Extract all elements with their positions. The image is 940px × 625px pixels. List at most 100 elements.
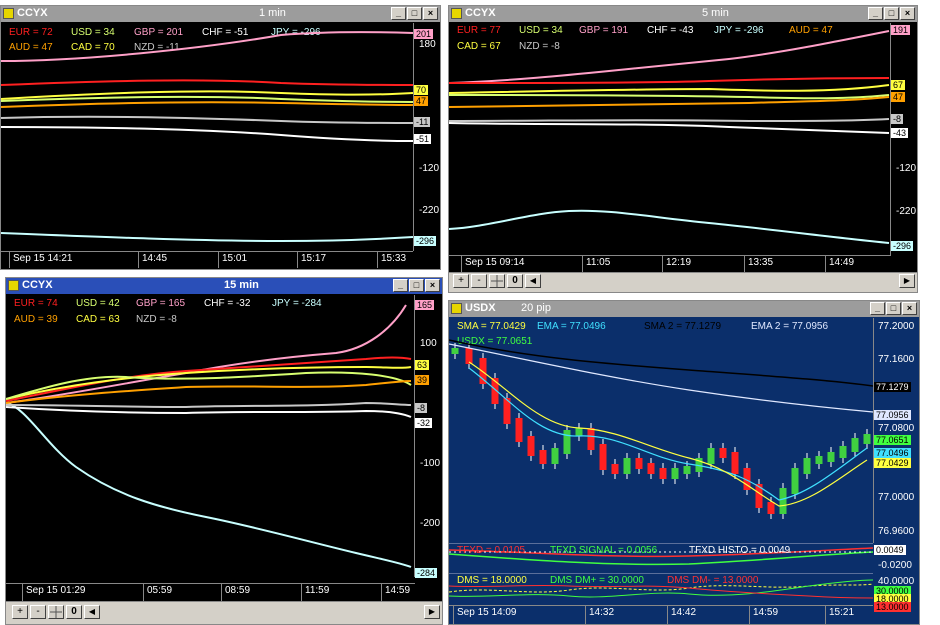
zoom-out-button[interactable]: - [30,605,46,619]
maximize-button[interactable]: □ [407,7,422,20]
x-tick: Sep 15 14:09 [453,606,517,624]
maximize-button[interactable]: □ [409,279,424,292]
y-tick: -120 [419,163,440,174]
reset-button[interactable]: 0 [66,605,82,619]
x-tick: Sep 15 01:29 [22,584,86,602]
x-tick: 14:59 [749,606,778,624]
legend-tfxd-signal: TFXD SIGNAL = 0.0056 [550,545,658,556]
value-tag-ema: 77.0496 [874,448,911,458]
value-tag-tfxd: 0.0049 [874,545,906,555]
series-line-usd [449,94,890,100]
price-lines-plot [6,295,415,577]
crosshair-icon [50,606,62,618]
zoom-in-button[interactable]: + [453,274,469,288]
series-line-nzd [6,401,412,409]
zoom-in-button[interactable]: + [12,605,28,619]
close-button[interactable]: × [425,279,440,292]
window-titlebar[interactable]: CCYX 15 min _ □ × [6,278,442,294]
x-tick: 15:21 [825,606,854,624]
legend-dms: DMS = 18.0000 [457,575,527,586]
x-tick: 14:42 [667,606,696,624]
series-line-gbp [449,30,890,84]
crosshair-icon [491,275,503,287]
minimize-button[interactable]: _ [870,302,885,315]
value-tag-dms-dm-minus: 13.0000 [874,602,911,612]
y-tick: 77.2000 [878,321,915,332]
minimize-button[interactable]: _ [391,7,406,20]
y-tick: 180 [419,39,436,50]
value-tag-aud: 39 [415,375,430,385]
scroll-right-button[interactable]: ▶ [424,605,440,619]
scroll-left-button[interactable]: ◀ [525,274,541,288]
value-tag-gbp: 201 [414,29,434,39]
legend-dms-dm-minus: DMS DM- = 13.0000 [667,575,759,586]
dms-dm-minus-line [449,584,873,599]
legend-dms-dm-plus: DMS DM+ = 30.0000 [550,575,644,586]
x-tick: 15:17 [297,252,326,268]
window-titlebar[interactable]: CCYX 5 min _ □ × [449,6,917,22]
chart-window-usdx-20pip[interactable]: USDX 20 pip _ □ × SMA = 77.0429 EMA = 77… [448,300,920,625]
x-tick: 11:59 [301,584,329,602]
y-tick: -100 [420,458,441,469]
series-line-aud [6,380,412,404]
chart-window-ccyx-1min[interactable]: CCYX 1 min _ □ × EUR = 72 USD = 34 GBP =… [0,5,441,270]
x-tick: 14:45 [138,252,167,268]
app-icon [451,8,462,19]
minimize-button[interactable]: _ [393,279,408,292]
chart-period: 1 min [259,7,286,19]
app-icon [8,280,19,291]
value-tag-gbp: 191 [891,25,911,35]
chart-period: 15 min [224,279,259,291]
desktop-gap [918,5,940,293]
price-lines-plot [449,23,891,255]
x-tick: 14:59 [381,584,410,602]
y-tick: -220 [419,205,440,216]
x-tick: Sep 15 14:21 [9,252,73,268]
maximize-button[interactable]: □ [884,7,899,20]
crosshair-button[interactable] [489,274,505,288]
crosshair-button[interactable] [48,605,64,619]
value-tag-chf: -43 [891,128,909,138]
series-line-jpy [6,402,412,568]
close-button[interactable]: × [902,302,917,315]
y-tick: -220 [896,206,917,217]
close-button[interactable]: × [900,7,915,20]
value-tag-cad: 63 [415,360,430,370]
chart-period: 5 min [702,7,729,19]
value-tag-jpy: -284 [415,568,438,578]
zoom-out-button[interactable]: - [471,274,487,288]
x-axis: Sep 15 14:09 14:32 14:42 14:59 15:21 [449,605,873,624]
minimize-button[interactable]: _ [868,7,883,20]
window-title: CCYX [465,7,496,19]
chart-window-ccyx-15min[interactable]: CCYX 15 min _ □ × EUR = 74 USD = 42 GBP … [5,277,443,625]
window-title: CCYX [22,279,53,291]
value-tag-chf: -32 [415,418,433,428]
value-tag-usdx: 77.0651 [874,435,911,445]
window-title: USDX [465,302,496,314]
y-tick: 77.0000 [878,492,915,503]
window-titlebar[interactable]: CCYX 1 min _ □ × [1,6,440,22]
app-icon [3,8,14,19]
scroll-left-button[interactable]: ◀ [84,605,100,619]
y-axis-line [413,23,414,251]
value-tag-cad: 70 [414,85,429,95]
value-tag-jpy: -296 [414,236,437,246]
value-tag-nzd: -8 [891,114,904,124]
close-button[interactable]: × [423,7,438,20]
y-tick: 76.9600 [878,526,915,537]
x-axis: Sep 15 14:21 14:45 15:01 15:17 15:33 [1,251,413,268]
maximize-button[interactable]: □ [886,302,901,315]
x-tick: 08:59 [221,584,250,602]
value-tag-cad: 67 [891,80,906,90]
y-tick: 77.1600 [878,354,915,365]
chart-period: 20 pip [521,302,551,314]
scroll-right-button[interactable]: ▶ [899,274,915,288]
chart-window-ccyx-5min[interactable]: CCYX 5 min _ □ × EUR = 77 USD = 34 GBP =… [448,5,918,293]
y-tick: -120 [896,163,917,174]
x-tick: 15:01 [218,252,247,268]
series-line-chf [6,406,412,418]
chart-scrollbar[interactable]: + - 0 ◀ ▶ [449,272,917,292]
window-titlebar[interactable]: USDX 20 pip _ □ × [449,301,919,317]
reset-button[interactable]: 0 [507,274,523,288]
chart-scrollbar[interactable]: + - 0 ◀ ▶ [6,601,442,624]
